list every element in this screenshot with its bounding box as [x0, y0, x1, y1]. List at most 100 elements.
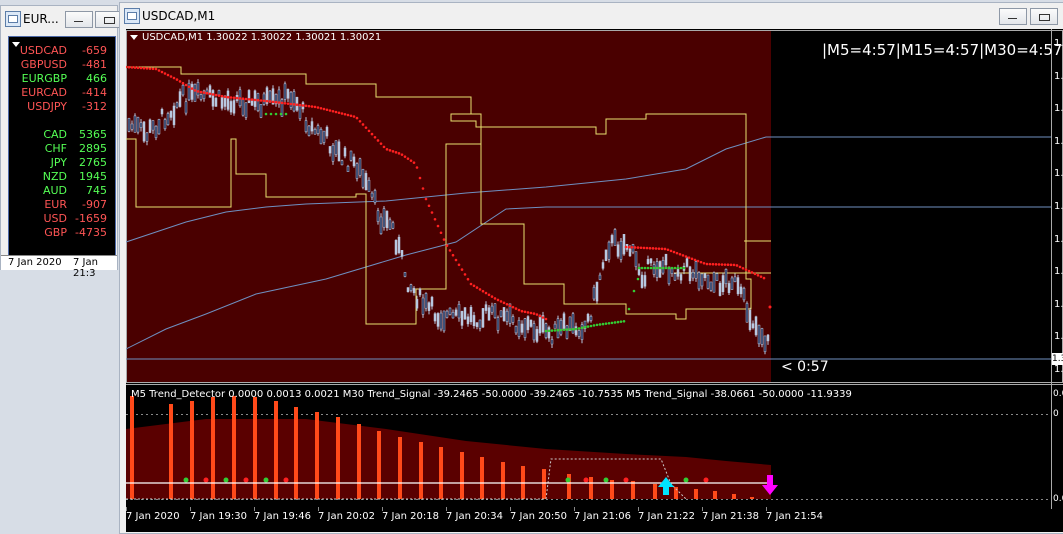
trend-dot — [651, 247, 655, 250]
trend-dot — [361, 123, 365, 126]
watchlist-row[interactable]: USD -1659 — [9, 212, 109, 226]
strength-value: 2895 — [79, 142, 107, 155]
candle — [307, 125, 311, 136]
indicator-axis-label: 0.0 — [1053, 494, 1063, 504]
trend-dot — [559, 328, 563, 332]
trend-dot — [184, 83, 188, 87]
trend-dot — [181, 81, 185, 85]
candle — [379, 216, 383, 235]
watchlist-title: EUR... — [23, 12, 59, 26]
time-axis-label: 7 Jan 21:22 — [638, 511, 695, 522]
time-axis-label: 7 Jan 20:34 — [446, 511, 503, 522]
candle — [592, 287, 596, 300]
candle — [367, 179, 371, 192]
watchlist-row[interactable]: NZD 1945 — [9, 170, 109, 184]
trend-dot — [741, 266, 745, 270]
price-axis: 1.31.31.31.31.31.31.31.31.31.31.3 — [1052, 29, 1063, 384]
histogram-bar — [732, 494, 736, 499]
candle — [409, 284, 413, 291]
watchlist-row[interactable]: EURCAD -414 — [9, 86, 109, 100]
trend-dot — [190, 87, 194, 90]
minimize-button[interactable] — [999, 8, 1027, 25]
trend-dot — [756, 273, 760, 277]
trend-dot — [205, 91, 209, 95]
watchlist-row[interactable]: USDJPY -312 — [9, 100, 109, 114]
trend-dot — [729, 263, 733, 267]
histogram-bar — [398, 437, 402, 499]
histogram-bar — [336, 417, 340, 499]
watchlist-row[interactable]: GBP -4735 — [9, 226, 109, 240]
trend-dot — [744, 268, 748, 271]
trend-dot — [616, 320, 620, 324]
trend-dot — [624, 245, 628, 249]
candle — [292, 91, 296, 112]
trend-dot — [553, 329, 557, 332]
candle — [169, 111, 173, 118]
trend-dot — [448, 249, 452, 252]
candle — [721, 275, 725, 292]
trend-dot — [487, 293, 491, 297]
chart-canvas[interactable] — [126, 29, 1063, 532]
trend-dot — [301, 104, 305, 107]
strength-value: 1945 — [79, 170, 107, 183]
watchlist-row[interactable]: JPY 2765 — [9, 156, 109, 170]
trend-dot — [687, 256, 691, 259]
candle — [745, 303, 749, 323]
candle — [562, 313, 566, 331]
watchlist-row[interactable]: GBPUSD -481 — [9, 58, 109, 72]
watchlist-row[interactable]: AUD 745 — [9, 184, 109, 198]
candle — [466, 316, 470, 325]
trend-dot — [313, 105, 317, 109]
trend-dot — [481, 289, 485, 293]
candle — [481, 308, 485, 328]
trend-dot — [283, 101, 287, 105]
chart-header-triangle-icon[interactable] — [130, 35, 138, 40]
candle — [178, 91, 182, 107]
trend-dot — [684, 255, 688, 258]
watchlist-row[interactable]: CAD 5365 — [9, 128, 109, 142]
trend-dot — [166, 73, 170, 77]
date-label: 7 Jan 2020 — [8, 257, 62, 268]
trend-dot — [286, 102, 290, 105]
watchlist-row[interactable]: USDCAD -659 — [9, 44, 109, 58]
watchlist-row[interactable]: CHF 2895 — [9, 142, 109, 156]
trend-dot — [532, 312, 536, 315]
trend-dot — [720, 263, 724, 266]
trend-dot — [250, 98, 254, 101]
strength-value: -312 — [82, 100, 107, 113]
candle — [613, 229, 617, 246]
candle — [652, 264, 656, 275]
symbol-label: NZD — [42, 170, 67, 183]
watchlist-titlebar[interactable]: EUR... — [1, 6, 123, 32]
candle — [316, 125, 320, 134]
candle — [448, 307, 452, 315]
trend-dot — [505, 302, 509, 306]
chart-titlebar[interactable]: USDCAD,M1 — [120, 3, 1063, 29]
watchlist-row[interactable]: EURGBP 466 — [9, 72, 109, 86]
strength-value: 466 — [86, 72, 107, 85]
strength-value: -659 — [82, 44, 107, 57]
trend-dot — [169, 75, 173, 78]
candle — [163, 119, 167, 130]
trend-dot — [427, 204, 431, 208]
candle — [310, 121, 314, 132]
candle — [421, 297, 425, 315]
restore-button[interactable] — [1030, 8, 1058, 25]
histogram-bar — [713, 491, 717, 499]
candle — [358, 158, 362, 176]
candle — [766, 334, 770, 342]
trend-dot — [364, 126, 368, 129]
trend-dot — [676, 266, 680, 270]
candle — [733, 276, 737, 282]
minimize-button[interactable] — [65, 11, 93, 28]
watchlist-row[interactable]: EUR -907 — [9, 198, 109, 212]
trend-dot — [274, 112, 278, 116]
histogram-bar — [357, 424, 361, 499]
trend-dot — [657, 247, 661, 250]
trend-dot — [274, 100, 278, 104]
histogram-bar — [631, 481, 635, 499]
candle — [526, 316, 530, 331]
symbol-label: EURGBP — [21, 72, 67, 85]
price-chart[interactable]: USDCAD,M1 1.30022 1.30022 1.30021 1.3002… — [126, 29, 1063, 532]
trend-dot — [264, 112, 268, 116]
